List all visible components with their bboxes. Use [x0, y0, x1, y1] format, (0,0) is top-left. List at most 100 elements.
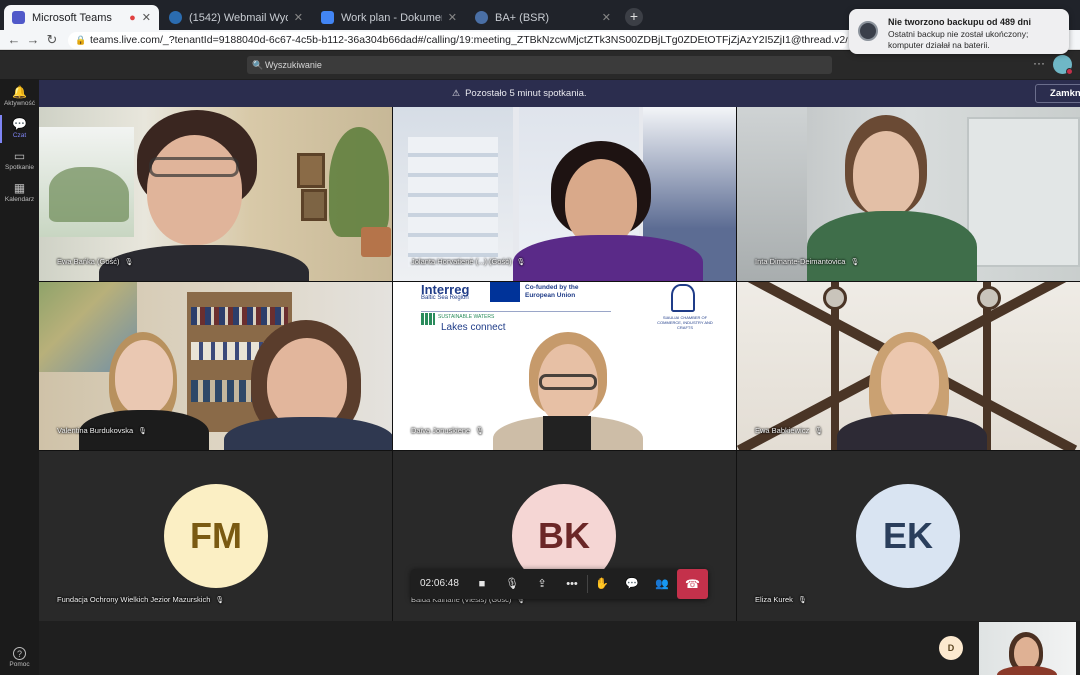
share-icon: ⇪: [537, 578, 547, 590]
participants-button[interactable]: 👥: [653, 575, 671, 593]
divider: [587, 575, 588, 593]
rail-item-meeting[interactable]: ▭ Spotkanie: [0, 149, 39, 171]
chat-button[interactable]: 💬: [623, 575, 641, 593]
bell-icon: 🔔: [12, 85, 27, 99]
rail-item-help[interactable]: ? Pomoc: [0, 647, 39, 668]
video-feed: Interreg Baltic Sea Region Co-funded by …: [393, 282, 736, 450]
reload-icon[interactable]: ↻: [44, 32, 60, 48]
slide-text: Co-funded by the European Union: [525, 284, 579, 299]
participant-tile[interactable]: Valentina Burdukovska 🎙: [39, 282, 392, 450]
recording-dot-icon: ●: [129, 11, 136, 24]
google-docs-icon: [321, 11, 334, 24]
participant-tile[interactable]: EK Eliza Kurek 🎙: [737, 451, 1080, 621]
participant-name: Eliza Kurek 🎙: [755, 595, 807, 604]
lock-icon: 🔒: [75, 35, 87, 45]
video-grid: Ewa Bańka (Gość) 🎙 Jolanta Horvatienė (..…: [39, 107, 1080, 621]
search-input[interactable]: 🔍 Wyszukiwanie: [247, 56, 832, 74]
meeting-ending-banner: ⚠Pozostało 5 minut spotkania. Zamknij: [39, 80, 1080, 107]
forward-arrow-icon[interactable]: →: [25, 32, 41, 47]
more-icon: •••: [566, 578, 578, 590]
participant-name: Jolanta Horvatienė (...) (Gość) 🎙: [411, 257, 526, 266]
close-icon[interactable]: ✕: [142, 11, 151, 24]
call-timer: 02:06:48: [420, 578, 459, 589]
slide-text: Baltic Sea Region: [421, 295, 469, 301]
mic-off-icon: 🎙: [475, 428, 485, 435]
more-actions-button[interactable]: •••: [563, 575, 581, 593]
video-feed: [737, 107, 1080, 281]
rail-item-chat[interactable]: 💬 Czat: [0, 117, 39, 139]
mic-off-icon: 🎙: [797, 597, 807, 604]
left-rail: 🔔 Aktywność 💬 Czat ▭ Spotkanie ▦ Kalenda…: [0, 79, 39, 675]
teams-icon: [12, 11, 25, 24]
avatar: FM: [164, 484, 268, 588]
video-feed: [737, 282, 1080, 450]
raise-hand-button[interactable]: ✋: [593, 575, 611, 593]
camera-icon: ■: [478, 578, 486, 590]
participant-tile[interactable]: Jolanta Horvatienė (...) (Gość) 🎙: [393, 107, 736, 281]
user-avatar[interactable]: [1053, 55, 1073, 75]
mic-off-icon: 🎙: [814, 428, 824, 435]
slide-text: SUSTAINABLE WATERS: [438, 314, 495, 320]
teams-top-bar: 🔍 Wyszukiwanie: [0, 51, 1080, 79]
avatar: EK: [856, 484, 960, 588]
chamber-emblem-icon: [671, 284, 695, 312]
participant-name: Inta Dimante-Deimantovica 🎙: [755, 257, 860, 266]
rail-item-activity[interactable]: 🔔 Aktywność: [0, 85, 39, 107]
close-icon[interactable]: ✕: [602, 11, 611, 24]
chat-icon: 💬: [625, 578, 639, 590]
close-banner-button[interactable]: Zamknij: [1035, 84, 1080, 103]
lakes-logo-icon: [421, 313, 435, 325]
avatar[interactable]: D: [939, 636, 963, 660]
video-feed: [39, 107, 392, 281]
participant-tile[interactable]: Interreg Baltic Sea Region Co-funded by …: [393, 282, 736, 450]
new-tab-button[interactable]: +: [625, 8, 643, 26]
mic-button[interactable]: 🎙: [503, 575, 521, 593]
participant-name: Valentina Burdukovska 🎙: [57, 426, 148, 435]
mic-off-icon: 🎙: [850, 259, 860, 266]
participant-name: Ewa Babkiewicz 🎙: [755, 426, 824, 435]
participant-name: Daiva Jonuskiene 🎙: [411, 426, 485, 435]
notification-title: Nie tworzono backupu od 489 dni: [888, 17, 1032, 27]
search-icon: 🔍: [252, 60, 264, 70]
share-screen-button[interactable]: ⇪: [533, 575, 551, 593]
participant-name: Ewa Bańka (Gość) 🎙: [57, 257, 134, 266]
notification-body: Ostatni backup nie został ukończony; kom…: [888, 29, 1029, 50]
tab-work-plan[interactable]: Work plan - Dokumenty Google ✕: [313, 5, 465, 30]
hang-up-button[interactable]: ☎: [677, 569, 708, 599]
mic-off-icon: 🎙: [215, 597, 225, 604]
participant-tile[interactable]: Ewa Babkiewicz 🎙: [737, 282, 1080, 450]
camera-icon: ▭: [13, 149, 26, 163]
participant-tile[interactable]: FM Fundacja Ochrony Wielkich Jezior Mazu…: [39, 451, 392, 621]
call-controls: 02:06:48 ■ 🎙 ⇪ ••• ✋ 💬 👥 ☎: [411, 569, 708, 599]
slide-text: Lakes connect: [441, 322, 506, 333]
status-badge: [1066, 68, 1073, 75]
help-icon: ?: [13, 647, 26, 660]
bottom-strip: [39, 621, 1080, 675]
camera-button[interactable]: ■: [473, 575, 491, 593]
phone-hangup-icon: ☎: [685, 577, 700, 591]
back-arrow-icon[interactable]: ←: [6, 32, 22, 47]
mic-icon: 🎙: [505, 578, 519, 590]
eu-flag-icon: [490, 282, 520, 302]
close-icon[interactable]: ✕: [294, 11, 303, 24]
more-options-button[interactable]: ···: [1033, 56, 1045, 70]
self-view-video[interactable]: [979, 622, 1076, 675]
backup-notification[interactable]: Nie tworzono backupu od 489 dni Ostatni …: [849, 9, 1069, 54]
tab-microsoft-teams[interactable]: Microsoft Teams ● ✕: [4, 5, 159, 30]
url-field[interactable]: 🔒 teams.live.com/_?tenantId=9188040d-6c6…: [68, 32, 848, 49]
webmail-icon: [169, 11, 182, 24]
ba-bsr-icon: [475, 11, 488, 24]
close-icon[interactable]: ✕: [448, 11, 457, 24]
participant-name: Fundacja Ochrony Wielkich Jezior Mazursk…: [57, 595, 225, 604]
time-machine-icon: [858, 21, 878, 41]
tab-webmail[interactable]: (1542) Webmail Wydzialu Chem ✕: [161, 5, 311, 30]
mic-off-icon: 🎙: [124, 259, 134, 266]
people-icon: 👥: [655, 578, 669, 590]
video-feed: [393, 107, 736, 281]
participant-tile[interactable]: Ewa Bańka (Gość) 🎙: [39, 107, 392, 281]
rail-item-calendar[interactable]: ▦ Kalendarz: [0, 181, 39, 203]
chat-icon: 💬: [12, 117, 27, 131]
participant-tile[interactable]: Inta Dimante-Deimantovica 🎙: [737, 107, 1080, 281]
mic-off-icon: 🎙: [516, 259, 526, 266]
tab-ba-bsr[interactable]: BA+ (BSR) ✕: [467, 5, 619, 30]
